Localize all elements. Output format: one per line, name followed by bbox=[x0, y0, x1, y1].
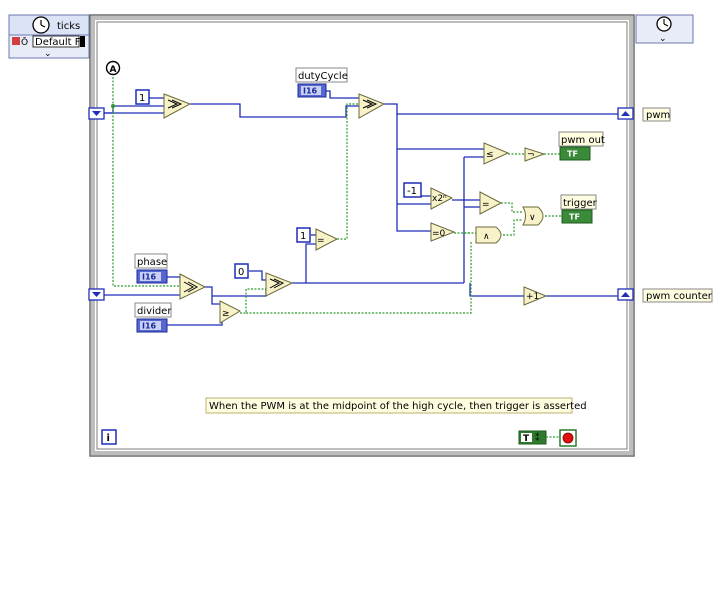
ticks-node[interactable]: ticks Ō Default F ⌄ bbox=[8, 14, 90, 59]
divider-type: I16 bbox=[142, 322, 157, 331]
trigger-label: trigger bbox=[563, 198, 598, 209]
svg-text:≤: ≤ bbox=[486, 150, 494, 160]
shift-register-left-bottom[interactable] bbox=[88, 288, 105, 301]
duty-cycle-label: dutyCycle bbox=[298, 71, 348, 82]
timed-loop-frame[interactable] bbox=[89, 14, 635, 457]
true-constant-value: T bbox=[523, 434, 530, 444]
comment-text: When the PWM is at the midpoint of the h… bbox=[209, 401, 587, 412]
timing-right-node[interactable]: ⌄ bbox=[635, 14, 694, 44]
pwm-output-text: pwm bbox=[646, 110, 670, 121]
svg-text:=: = bbox=[482, 200, 490, 210]
phase-control[interactable]: phase I16 bbox=[134, 253, 168, 284]
max-min-function-bottom[interactable] bbox=[179, 273, 207, 300]
iteration-terminal-label: i bbox=[107, 433, 110, 444]
trigger-type: TF bbox=[569, 213, 580, 222]
pwm-out-label: pwm out bbox=[561, 135, 605, 146]
svg-text:A: A bbox=[110, 65, 117, 75]
max-min-function-top[interactable] bbox=[163, 93, 192, 119]
constant-zero[interactable]: 0 bbox=[234, 263, 249, 279]
duty-cycle-control[interactable]: dutyCycle I16 bbox=[295, 67, 348, 98]
less-equal-function[interactable]: ≤ bbox=[483, 142, 510, 165]
phase-label: phase bbox=[137, 257, 167, 268]
true-constant[interactable]: T ⁑ bbox=[518, 430, 547, 445]
divider-control[interactable]: divider I16 bbox=[134, 302, 172, 333]
pwm-output-label: pwm bbox=[642, 107, 671, 122]
wire-junction bbox=[111, 104, 115, 108]
svg-text:≥: ≥ bbox=[222, 309, 230, 319]
constant-minus-one-value: -1 bbox=[407, 186, 417, 197]
trigger-indicator[interactable]: trigger TF bbox=[560, 194, 598, 224]
equal-zero-function[interactable]: =0 bbox=[430, 222, 456, 242]
iteration-terminal[interactable]: i bbox=[101, 429, 117, 445]
constant-one-mid-value: 1 bbox=[300, 231, 306, 242]
shift-register-left-top[interactable] bbox=[88, 107, 105, 120]
duty-cycle-type: I16 bbox=[303, 87, 318, 96]
not-function[interactable]: ¬ bbox=[524, 147, 546, 162]
shift-register-right-top[interactable] bbox=[617, 107, 634, 120]
constant-one-top-value: 1 bbox=[139, 93, 145, 104]
expand-chevron-icon[interactable]: ⌄ bbox=[44, 49, 52, 59]
or-function[interactable]: ∨ bbox=[522, 206, 544, 226]
constant-minus-one[interactable]: -1 bbox=[403, 182, 422, 198]
clock-icon bbox=[32, 16, 50, 34]
constant-one-mid[interactable]: 1 bbox=[296, 227, 311, 243]
svg-text:⁑: ⁑ bbox=[535, 432, 540, 444]
greater-equal-function[interactable]: ≥ bbox=[219, 300, 242, 324]
svg-text:¬: ¬ bbox=[527, 150, 535, 160]
svg-text:Ō: Ō bbox=[21, 37, 28, 48]
divider-label: divider bbox=[137, 306, 172, 317]
svg-text:=0: =0 bbox=[432, 229, 446, 239]
constant-zero-value: 0 bbox=[238, 267, 244, 278]
constant-one-top[interactable]: 1 bbox=[135, 89, 150, 105]
pwm-out-indicator[interactable]: pwm out TF bbox=[558, 131, 605, 161]
timer-selector-value: Default F bbox=[35, 37, 81, 48]
clock-icon bbox=[656, 16, 672, 32]
selector-scroll[interactable] bbox=[80, 36, 85, 47]
pwm-counter-output-label: pwm counter bbox=[642, 288, 713, 303]
and-function[interactable]: ∧ bbox=[475, 226, 502, 244]
ticks-label: ticks bbox=[57, 21, 80, 32]
phase-type: I16 bbox=[142, 273, 157, 282]
pwm-out-type: TF bbox=[567, 150, 578, 159]
svg-text:x2ⁿ: x2ⁿ bbox=[432, 194, 447, 204]
increment-function[interactable]: +1 bbox=[523, 286, 548, 306]
diagram-comment: When the PWM is at the midpoint of the h… bbox=[205, 397, 587, 414]
shift-register-right-bottom[interactable] bbox=[617, 288, 634, 301]
svg-text:∧: ∧ bbox=[483, 232, 490, 242]
select-function-top[interactable] bbox=[358, 93, 386, 119]
stop-terminal[interactable] bbox=[559, 429, 577, 447]
scale-function[interactable]: x2ⁿ bbox=[430, 187, 454, 210]
expand-chevron-icon[interactable]: ⌄ bbox=[659, 34, 667, 44]
svg-text:=: = bbox=[317, 236, 325, 246]
equal-function-right[interactable]: = bbox=[479, 191, 503, 215]
equal-function-mid[interactable]: = bbox=[315, 228, 339, 251]
svg-text:∨: ∨ bbox=[529, 213, 536, 223]
select-function-bottom[interactable] bbox=[265, 272, 294, 297]
pwm-counter-output-text: pwm counter bbox=[646, 291, 713, 302]
block-diagram: ticks Ō Default F ⌄ ⌄ A 1 -1 1 0 dutyCyc… bbox=[8, 14, 713, 457]
stop-icon bbox=[562, 432, 574, 444]
svg-text:+1: +1 bbox=[526, 292, 539, 302]
